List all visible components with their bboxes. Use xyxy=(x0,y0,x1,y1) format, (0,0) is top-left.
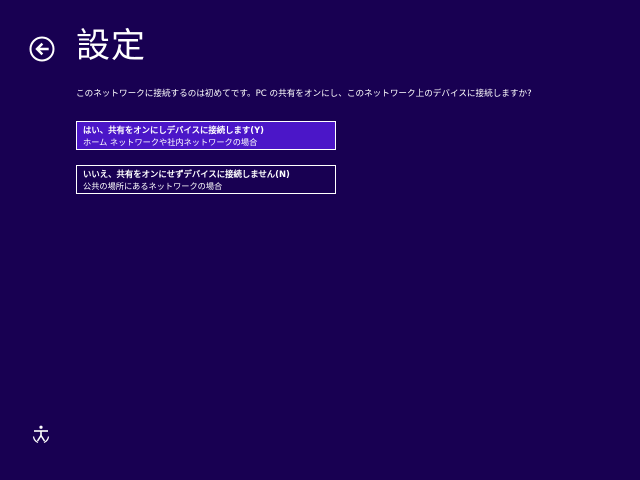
ease-of-access-button[interactable] xyxy=(31,424,51,444)
no-share-option-title: いいえ、共有をオンにせずデバイスに接続しません(N) xyxy=(83,169,290,179)
no-share-option-button[interactable]: いいえ、共有をオンにせずデバイスに接続しません(N) 公共の場所にあるネットワー… xyxy=(76,165,336,194)
yes-share-option-title: はい、共有をオンにしデバイスに接続します(Y) xyxy=(83,125,264,135)
ease-of-access-icon xyxy=(31,424,51,444)
yes-share-option-button[interactable]: はい、共有をオンにしデバイスに接続します(Y) ホーム ネットワークや社内ネット… xyxy=(76,121,336,150)
page-title: 設定 xyxy=(76,26,146,66)
no-share-option-subtitle: 公共の場所にあるネットワークの場合 xyxy=(83,181,223,191)
back-arrow-circle-icon xyxy=(29,36,55,62)
back-button[interactable] xyxy=(29,36,55,62)
network-sharing-question: このネットワークに接続するのは初めてです。PC の共有をオンにし、このネットワー… xyxy=(76,89,532,99)
yes-share-option-subtitle: ホーム ネットワークや社内ネットワークの場合 xyxy=(83,137,258,147)
